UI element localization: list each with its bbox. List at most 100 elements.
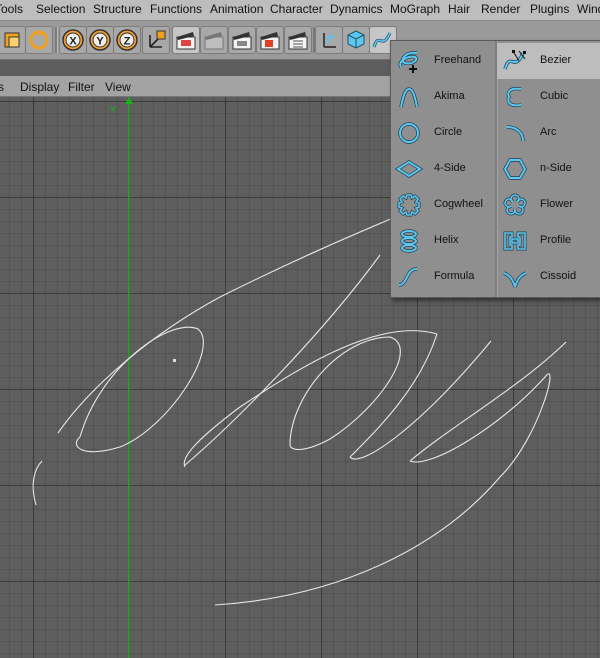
spline-item-label: Bezier [540,54,572,66]
spline-item-label: Formula [434,270,475,282]
freehand-icon [398,51,418,73]
z-axis-icon: Z [116,29,138,51]
z-axis-lock-button[interactable]: Z [113,26,141,54]
menu-render[interactable]: Render [481,2,520,16]
spline-item-label: Profile [540,234,572,246]
x-axis-lock-button[interactable]: X [59,26,87,54]
clapper-disabled-icon [204,32,224,50]
edit-render-settings-button[interactable] [256,26,284,54]
spline-item-label: Arc [540,126,557,138]
spline-stroke[interactable] [214,373,551,606]
spline-item-label: Cissoid [540,270,577,282]
y-axis-arrow [125,97,133,104]
cogwheel-icon [397,193,421,217]
spline-item-label: Freehand [434,54,482,66]
helix-icon [400,229,418,253]
spline-item-label: Akima [434,90,465,102]
spline-stroke[interactable] [219,214,401,298]
spline-item-n-side[interactable]: n-Side [497,151,600,187]
spline-item-label: Cogwheel [434,198,483,210]
clapper-settings-icon [260,32,280,50]
rotate-icon [29,30,49,50]
menu-window[interactable]: Window [577,2,600,16]
menu-structure[interactable]: Structure [93,2,142,16]
menu-animation[interactable]: Animation [210,2,263,16]
spline-item-cissoid[interactable]: Cissoid [497,259,600,295]
null-axis-icon [323,33,336,48]
z-axis-label: Z [124,36,131,48]
cube-icon [347,30,365,49]
viewport-menu-display[interactable]: Display [20,80,59,94]
circle-icon [398,122,420,144]
cissoid-icon [503,271,527,288]
spline-stroke[interactable] [183,330,438,468]
y-axis-icon: Y [89,29,111,51]
spline-item-cubic[interactable]: Cubic [497,79,600,115]
x-axis-icon: X [62,29,84,51]
y-axis-lock-button[interactable]: Y [86,26,114,54]
spline-item-label: Cubic [540,90,569,102]
render-view-button[interactable] [172,26,200,54]
spline-stroke[interactable] [409,341,567,462]
spline-item-label: Helix [434,234,459,246]
rotate-tool-button[interactable] [25,26,53,54]
spline-menu-popup: Freehand Bezier Akima Cubic Circle Arc 4… [390,40,600,298]
menu-plugins[interactable]: Plugins [530,2,569,16]
menu-tools[interactable]: Tools [0,2,23,16]
spline-item-flower[interactable]: Flower [497,187,600,223]
profile-icon [503,231,527,251]
render-picture-viewer-button[interactable] [228,26,256,54]
menu-mograph[interactable]: MoGraph [390,2,440,16]
spline-stroke[interactable] [349,340,492,460]
spline-item-formula[interactable]: Formula [391,259,495,295]
y-axis-label: Y [110,105,117,116]
select-tool-button[interactable] [0,26,26,54]
menu-functions[interactable]: Functions [150,2,202,16]
spline-item-4-side[interactable]: 4-Side [391,151,495,187]
spline-item-label: Flower [540,198,574,210]
spline-stroke[interactable] [32,460,43,506]
spline-point [173,359,176,362]
menu-selection[interactable]: Selection [36,2,85,16]
clapper-icon [176,32,196,50]
spline-item-bezier[interactable]: Bezier [497,43,600,79]
coordinate-system-button[interactable] [142,26,170,54]
bezier-icon [503,50,526,70]
y-axis-label: Y [96,36,104,48]
menu-hair[interactable]: Hair [448,2,470,16]
cubic-icon [506,86,522,108]
flower-icon [503,193,527,216]
menu-dynamics[interactable]: Dynamics [330,2,383,16]
four-side-icon [395,159,423,179]
null-object-button[interactable] [315,26,343,54]
spline-item-label: Circle [434,126,463,138]
spline-stroke[interactable] [57,296,221,434]
coordinate-system-icon [149,30,166,48]
clapper-viewer-icon [232,32,252,50]
spline-item-freehand[interactable]: Freehand [391,43,495,79]
spline-item-helix[interactable]: Helix [391,223,495,259]
rectangle-select-icon [4,32,20,48]
viewport-menu-view[interactable]: View [105,80,131,94]
spline-item-arc[interactable]: Arc [497,115,600,151]
akima-icon [399,87,419,108]
viewport-menu-cameras[interactable]: s [0,80,4,94]
spline-item-label: 4-Side [434,162,466,174]
x-axis-label: X [69,36,77,48]
render-region-button[interactable] [200,26,228,54]
clapper-list-icon [288,32,308,50]
viewport-menu-filter[interactable]: Filter [68,80,95,94]
spline-item-profile[interactable]: Profile [497,223,600,259]
formula-icon [398,267,418,287]
menu-bar: Tools Selection Structure Functions Anim… [0,0,600,21]
spline-item-cogwheel[interactable]: Cogwheel [391,187,495,223]
spline-stroke[interactable] [184,254,381,466]
render-queue-button[interactable] [284,26,312,54]
n-side-icon [503,158,527,180]
menu-character[interactable]: Character [270,2,323,16]
cube-object-button[interactable] [342,26,370,54]
spline-item-label: n-Side [540,162,572,174]
spline-item-akima[interactable]: Akima [391,79,495,115]
spline-stroke[interactable] [289,336,401,451]
spline-item-circle[interactable]: Circle [391,115,495,151]
